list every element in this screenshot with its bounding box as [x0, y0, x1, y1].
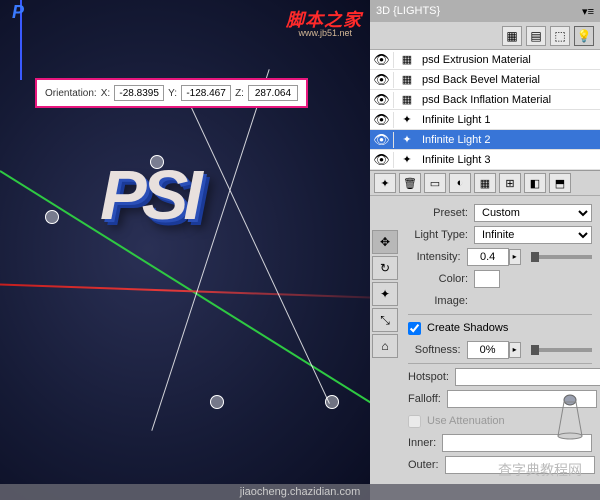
chazidian-watermark: 查字典教程网	[498, 460, 582, 480]
orientation-label: Orientation:	[45, 88, 97, 99]
tool-icon[interactable]: ▦	[474, 173, 496, 193]
light-handle[interactable]	[210, 395, 224, 409]
scale-tool-icon[interactable]: ⤡	[372, 308, 398, 332]
image-label: Image:	[408, 295, 468, 307]
tree-row[interactable]: 👁▦psd Back Bevel Material	[370, 70, 600, 90]
side-toolbar: ✥ ↻ ✦ ⤡ ⌂	[372, 230, 400, 358]
item-type-icon: ▦	[394, 73, 420, 86]
y-axis-cap: P	[12, 2, 24, 23]
orientation-readout: Orientation: X: Y: Z:	[35, 78, 308, 108]
create-shadows-label: Create Shadows	[427, 322, 508, 334]
lighttype-select[interactable]: Infinite	[474, 226, 592, 244]
z-label: Z:	[235, 88, 244, 99]
intensity-input[interactable]	[467, 248, 509, 266]
light-handle[interactable]	[150, 155, 164, 169]
falloff-label: Falloff:	[408, 393, 441, 405]
visibility-eye-icon[interactable]: 👁	[370, 152, 394, 168]
item-type-icon: ▦	[394, 93, 420, 106]
visibility-eye-icon[interactable]: 👁	[370, 112, 394, 128]
rotate-tool-icon[interactable]: ↻	[372, 256, 398, 280]
attenuation-checkbox	[408, 415, 421, 428]
item-label: psd Back Bevel Material	[420, 74, 600, 86]
orientation-x-input[interactable]	[114, 85, 164, 101]
move-tool-icon[interactable]: ✥	[372, 230, 398, 254]
outer-label: Outer:	[408, 459, 439, 471]
panel-menu-icon[interactable]: ▾≡	[582, 5, 594, 18]
intensity-slider[interactable]	[531, 255, 592, 259]
y-label: Y:	[168, 88, 177, 99]
filter-scene-icon[interactable]: ▦	[502, 26, 522, 46]
home-tool-icon[interactable]: ⌂	[372, 334, 398, 358]
tree-row[interactable]: 👁▦psd Extrusion Material	[370, 50, 600, 70]
orientation-z-input[interactable]	[248, 85, 298, 101]
item-type-icon: ✦	[394, 153, 420, 166]
tool-icon[interactable]: ◐	[449, 173, 471, 193]
item-label: Infinite Light 2	[420, 134, 600, 146]
tool-icon[interactable]: ⬒	[549, 173, 571, 193]
color-swatch[interactable]	[474, 270, 500, 288]
filter-material-icon[interactable]: ⬚	[550, 26, 570, 46]
aim-tool-icon[interactable]: ✦	[372, 282, 398, 306]
3d-viewport[interactable]: P PSI	[0, 0, 370, 500]
tab-3d-lights[interactable]: 3D {LIGHTS}	[376, 5, 440, 17]
3d-lights-panel: 3D {LIGHTS} ▾≡ ▦ ▤ ⬚ 💡 👁▦psd Extrusion M…	[370, 0, 600, 500]
delete-light-icon[interactable]: 🗑	[399, 173, 421, 193]
light-properties: ✥ ↻ ✦ ⤡ ⌂ Preset: Custom Light Type: Inf…	[370, 196, 600, 500]
watermark-url: www.jb51.net	[298, 28, 352, 38]
hotspot-input	[455, 368, 600, 386]
hotspot-label: Hotspot:	[408, 371, 449, 383]
tree-row[interactable]: 👁✦Infinite Light 3	[370, 150, 600, 170]
scene-tree: 👁▦psd Extrusion Material👁▦psd Back Bevel…	[370, 50, 600, 170]
preset-select[interactable]: Custom	[474, 204, 592, 222]
intensity-label: Intensity:	[408, 251, 461, 263]
footer-bar: jiaocheng.chazidian.com	[0, 484, 600, 500]
visibility-eye-icon[interactable]: 👁	[370, 92, 394, 108]
infinite-light-icon	[552, 392, 588, 440]
tree-row[interactable]: 👁▦psd Back Inflation Material	[370, 90, 600, 110]
visibility-eye-icon[interactable]: 👁	[370, 52, 394, 68]
panel-tab-bar: 3D {LIGHTS} ▾≡	[370, 0, 600, 22]
item-type-icon: ✦	[394, 133, 420, 146]
create-shadows-checkbox[interactable]	[408, 322, 421, 335]
filter-light-icon[interactable]: 💡	[574, 26, 594, 46]
filter-mesh-icon[interactable]: ▤	[526, 26, 546, 46]
item-type-icon: ✦	[394, 113, 420, 126]
tree-row[interactable]: 👁✦Infinite Light 1	[370, 110, 600, 130]
item-label: psd Back Inflation Material	[420, 94, 600, 106]
separator	[408, 363, 592, 364]
softness-slider[interactable]	[531, 348, 592, 352]
item-label: Infinite Light 1	[420, 114, 600, 126]
color-label: Color:	[408, 273, 468, 285]
item-label: Infinite Light 3	[420, 154, 600, 166]
light-gizmo-lines	[100, 60, 380, 420]
stepper-icon[interactable]: ▸	[509, 342, 521, 358]
tool-icon[interactable]: ⊞	[499, 173, 521, 193]
stepper-icon[interactable]: ▸	[509, 249, 521, 265]
item-type-icon: ▦	[394, 53, 420, 66]
preset-label: Preset:	[408, 207, 468, 219]
filter-mode-bar: ▦ ▤ ⬚ 💡	[370, 22, 600, 50]
lighttype-label: Light Type:	[408, 229, 468, 241]
item-label: psd Extrusion Material	[420, 54, 600, 66]
inner-label: Inner:	[408, 437, 436, 449]
tool-icon[interactable]: ▭	[424, 173, 446, 193]
attenuation-label: Use Attenuation	[427, 415, 505, 427]
new-light-icon[interactable]: ✦	[374, 173, 396, 193]
softness-label: Softness:	[408, 344, 461, 356]
light-handle[interactable]	[45, 210, 59, 224]
visibility-eye-icon[interactable]: 👁	[370, 72, 394, 88]
softness-input[interactable]	[467, 341, 509, 359]
light-toolstrip: ✦ 🗑 ▭ ◐ ▦ ⊞ ◧ ⬒	[370, 170, 600, 196]
light-handle[interactable]	[325, 395, 339, 409]
separator	[408, 314, 592, 315]
tool-icon[interactable]: ◧	[524, 173, 546, 193]
x-label: X:	[101, 88, 110, 99]
orientation-y-input[interactable]	[181, 85, 231, 101]
visibility-eye-icon[interactable]: 👁	[370, 132, 394, 148]
tree-row[interactable]: 👁✦Infinite Light 2	[370, 130, 600, 150]
